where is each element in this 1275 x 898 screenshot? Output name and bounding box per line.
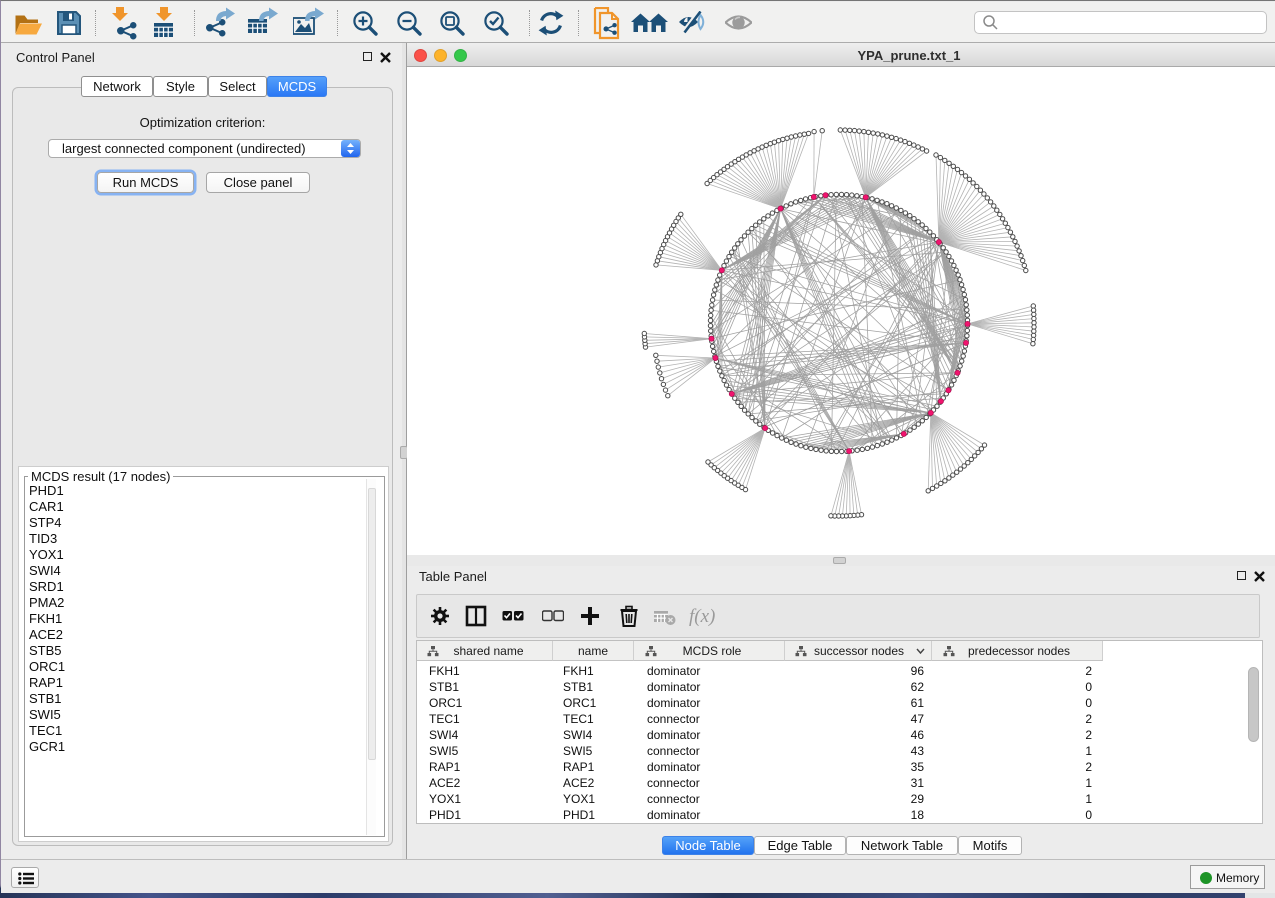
svg-text:f(x): f(x) [689,606,715,627]
